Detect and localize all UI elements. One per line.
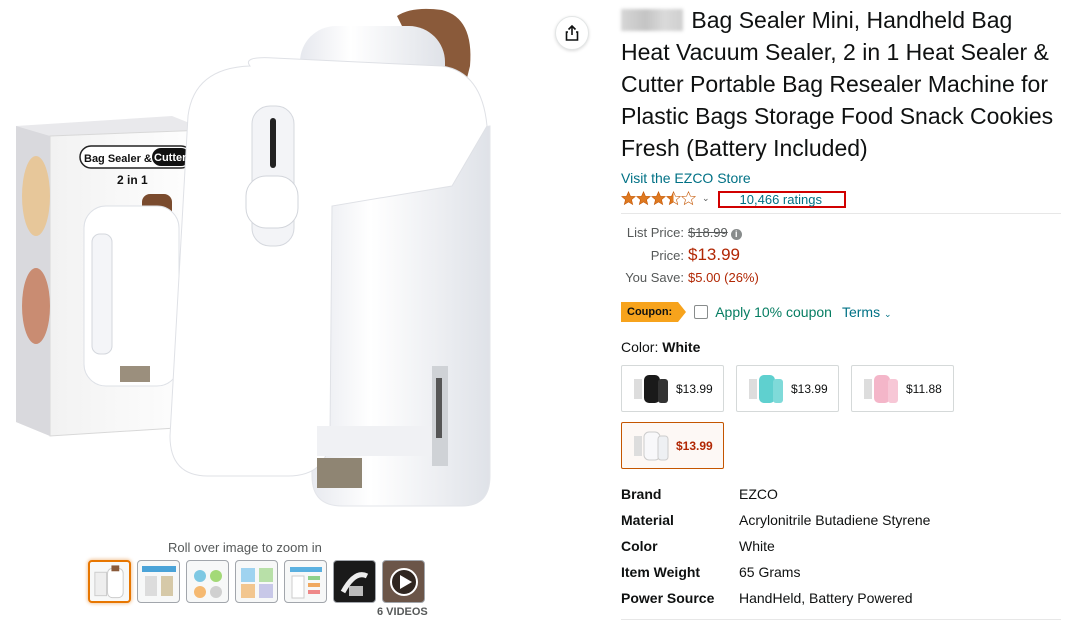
color-swatches: $13.99 $13.99 $11.88 $13.99 [621, 365, 961, 469]
blurred-brand-name [621, 9, 683, 31]
swatch-price: $13.99 [676, 381, 713, 396]
product-title-text: Bag Sealer Mini, Handheld Bag Heat Vacuu… [621, 7, 1054, 161]
thumbnail-strip [88, 560, 425, 603]
thumbnail-4[interactable] [235, 560, 278, 603]
swatch-teal[interactable]: $13.99 [736, 365, 839, 412]
spec-row: Item Weight 65 Grams [621, 559, 1061, 585]
swatch-price: $13.99 [676, 438, 713, 453]
swatch-white[interactable]: $13.99 [621, 422, 724, 469]
star-full-icon [621, 190, 636, 205]
chevron-down-icon: ⌄ [883, 309, 892, 319]
main-product-image[interactable]: Bag Sealer & Cutter 2 in 1 [12, 6, 600, 536]
thumbnail-6[interactable] [333, 560, 376, 603]
price-block: List Price: $18.99 i Price: $13.99 You S… [621, 222, 1061, 289]
swatch-price: $13.99 [791, 381, 828, 396]
spec-value: Acrylonitrile Butadiene Styrene [739, 512, 931, 528]
chevron-down-icon[interactable]: ⌄ [702, 193, 710, 204]
product-title: Bag Sealer Mini, Handheld Bag Heat Vacuu… [621, 4, 1061, 164]
coupon-badge: Coupon: [621, 302, 687, 322]
videos-count-label: 6 VIDEOS [377, 606, 428, 618]
spec-value: 65 Grams [739, 564, 801, 580]
list-price-label: List Price: [626, 225, 684, 240]
thumbnail-3[interactable] [186, 560, 229, 603]
spec-key: Brand [621, 486, 662, 502]
spec-row: Brand EZCO [621, 481, 1061, 507]
white-sealer-icon [634, 431, 669, 460]
product-details: Bag Sealer Mini, Handheld Bag Heat Vacuu… [621, 4, 1061, 620]
spec-value: White [739, 538, 775, 554]
play-icon [389, 567, 418, 596]
swatch-black[interactable]: $13.99 [621, 365, 724, 412]
star-half-icon [666, 190, 681, 205]
divider [621, 619, 1061, 620]
product-thumb-icon [94, 564, 124, 598]
spec-row: Material Acrylonitrile Butadiene Styrene [621, 507, 1061, 533]
coupon-row: Coupon: Apply 10% coupon Terms ⌄ [621, 301, 1061, 323]
terms-label: Terms [841, 304, 881, 320]
star-full-icon [651, 190, 666, 205]
swatch-pink[interactable]: $11.88 [851, 365, 954, 412]
box-cutter-text: Cutter [154, 152, 187, 164]
selected-color: White [662, 339, 701, 355]
info-icon[interactable]: i [730, 229, 742, 240]
price-label: Price: [650, 248, 684, 263]
star-full-icon [636, 190, 651, 205]
color-label: Color: White [621, 339, 1061, 355]
share-button[interactable] [555, 16, 589, 50]
spec-value: EZCO [739, 486, 778, 502]
ratings-count-link[interactable]: 10,466 ratings [717, 190, 846, 208]
coupon-text[interactable]: Apply 10% coupon [715, 304, 832, 320]
product-specs: Brand EZCO Material Acrylonitrile Butadi… [621, 481, 1061, 611]
star-empty-icon [681, 190, 696, 205]
terms-link[interactable]: Terms ⌄ [842, 304, 892, 320]
swatch-price: $11.88 [906, 381, 942, 396]
zoom-hint: Roll over image to zoom in [168, 540, 322, 555]
coupon-checkbox[interactable] [694, 305, 709, 319]
list-price: $18.99 [688, 225, 728, 240]
thumbnail-1[interactable] [88, 560, 131, 603]
thumbnail-5[interactable] [284, 560, 327, 603]
visit-store-link[interactable]: Visit the EZCO Store [621, 170, 1061, 186]
pink-sealer-icon [864, 374, 898, 403]
you-save-label: You Save: [625, 270, 684, 285]
star-rating[interactable] [621, 190, 696, 206]
teal-sealer-icon [749, 374, 783, 403]
color-label-text: Color: [621, 339, 659, 355]
spec-row: Power Source HandHeld, Battery Powered [621, 585, 1061, 611]
usage-thumb-icon [240, 567, 273, 598]
box-brand-text: Bag Sealer & [84, 153, 152, 165]
infographic-thumb-icon [141, 565, 176, 596]
share-icon [565, 24, 579, 41]
spec-value: HandHeld, Battery Powered [739, 590, 913, 606]
you-save-value: $5.00 (26%) [688, 270, 759, 285]
spec-row: Color White [621, 533, 1061, 559]
thumbnail-2[interactable] [137, 560, 180, 603]
spec-key: Item Weight [621, 564, 701, 580]
dark-thumb-icon [340, 571, 368, 596]
spec-key: Material [621, 512, 674, 528]
current-price: $13.99 [688, 245, 740, 264]
spec-thumb-icon [289, 566, 322, 598]
divider [621, 213, 1061, 214]
black-sealer-icon [634, 374, 668, 403]
spec-key: Color [621, 538, 658, 554]
spec-key: Power Source [621, 590, 715, 606]
box-2in1-text: 2 in 1 [117, 173, 148, 187]
rating-row: ⌄ 10,466 ratings [621, 189, 1061, 208]
features-thumb-icon [193, 569, 222, 598]
video-thumbnail[interactable] [382, 560, 425, 603]
